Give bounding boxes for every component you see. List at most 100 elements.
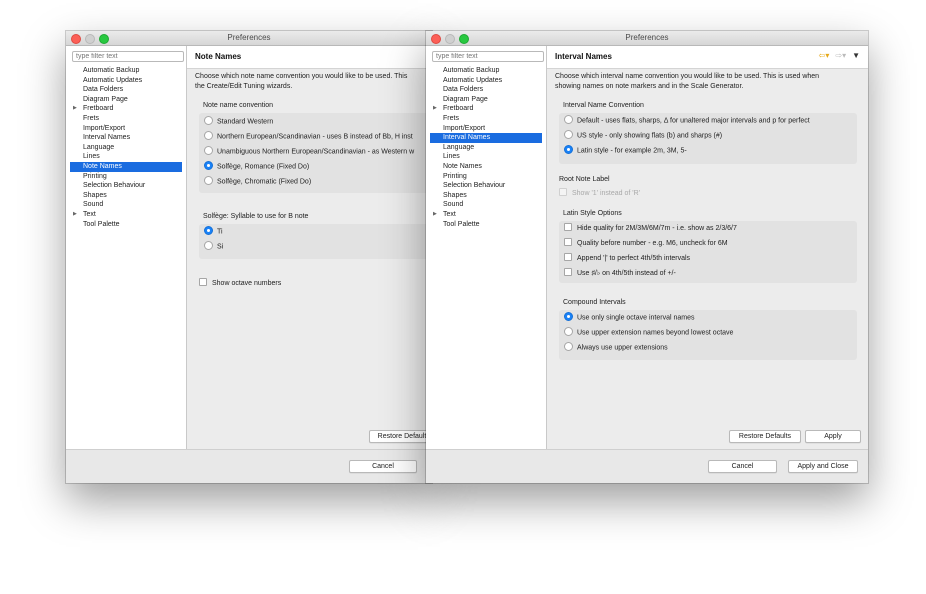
tree-item-printing[interactable]: Printing [70, 172, 182, 182]
cancel-button[interactable]: Cancel [708, 460, 777, 473]
radio-icon[interactable] [564, 115, 573, 124]
expand-arrow-icon[interactable]: ▶ [73, 104, 77, 114]
tree-item-automatic-backup[interactable]: Automatic Backup [70, 66, 182, 76]
radio-selected-icon[interactable] [564, 312, 573, 321]
radio-always-upper-extensions[interactable]: Always use upper extensions [564, 342, 668, 353]
tree-item-diagram-page[interactable]: Diagram Page [70, 95, 182, 105]
radio-northern-european[interactable]: Northern European/Scandinavian - uses B … [204, 131, 413, 142]
close-icon[interactable] [431, 34, 441, 44]
checkbox-hide-quality[interactable]: Hide quality for 2M/3M/6M/7m - i.e. show… [564, 223, 737, 234]
radio-selected-icon[interactable] [564, 145, 573, 154]
radio-selected-icon[interactable] [204, 161, 213, 170]
radio-us-style[interactable]: US style - only showing flats (b) and sh… [564, 130, 722, 141]
tree-item-automatic-backup[interactable]: Automatic Backup [430, 66, 542, 76]
back-arrow-icon[interactable]: ⇦▾ [819, 51, 830, 60]
preferences-window-interval-names: Preferences Automatic Backup Automatic U… [426, 31, 868, 483]
tree-item-frets[interactable]: Frets [70, 114, 182, 124]
expand-arrow-icon[interactable]: ▶ [73, 210, 77, 220]
tree-item-shapes[interactable]: Shapes [70, 191, 182, 201]
tree-item-data-folders[interactable]: Data Folders [70, 85, 182, 95]
checkbox-append-bar[interactable]: Append '|' to perfect 4th/5th intervals [564, 253, 690, 264]
radio-icon[interactable] [564, 130, 573, 139]
tree-item-printing[interactable]: Printing [430, 172, 542, 182]
checkbox-use-sharp-flat[interactable]: Use ♯/♭ on 4th/5th instead of +/- [564, 268, 676, 279]
forward-arrow-icon[interactable]: ⇨▾ [835, 51, 846, 60]
close-icon[interactable] [71, 34, 81, 44]
tree-item-lines[interactable]: Lines [430, 152, 542, 162]
view-menu-icon[interactable]: ▼ [852, 51, 860, 60]
tree-item-language[interactable]: Language [430, 143, 542, 153]
tree-item-tool-palette[interactable]: Tool Palette [430, 220, 542, 230]
zoom-icon[interactable] [459, 34, 469, 44]
group-title-solfege-b: Solfège: Syllable to use for B note [203, 213, 309, 220]
tree-item-language[interactable]: Language [70, 143, 182, 153]
zoom-icon[interactable] [99, 34, 109, 44]
expand-arrow-icon[interactable]: ▶ [433, 104, 437, 114]
tree-item-automatic-updates[interactable]: Automatic Updates [430, 76, 542, 86]
radio-standard-western[interactable]: Standard Western [204, 116, 273, 127]
tree-item-interval-names[interactable]: Interval Names [70, 133, 182, 143]
title-bar[interactable]: Preferences [426, 31, 868, 46]
restore-defaults-button[interactable]: Restore Default [369, 430, 432, 443]
tree-item-automatic-updates[interactable]: Automatic Updates [70, 76, 182, 86]
radio-solfege-chromatic[interactable]: Solfège, Chromatic (Fixed Do) [204, 176, 311, 187]
tree-item-interval-names[interactable]: Interval Names [430, 133, 542, 143]
restore-defaults-button[interactable]: Restore Defaults [729, 430, 801, 443]
tree-item-note-names[interactable]: Note Names [430, 162, 542, 172]
radio-unambiguous-northern[interactable]: Unambiguous Northern European/Scandinavi… [204, 146, 414, 157]
tree-item-import-export[interactable]: Import/Export [70, 124, 182, 134]
radio-icon[interactable] [204, 116, 213, 125]
tree-item-import-export[interactable]: Import/Export [430, 124, 542, 134]
radio-icon[interactable] [204, 176, 213, 185]
radio-selected-icon[interactable] [204, 226, 213, 235]
tree-item-text[interactable]: ▶ Text [70, 210, 182, 220]
checkbox-icon[interactable] [564, 223, 572, 232]
minimize-icon[interactable] [85, 34, 95, 44]
expand-arrow-icon[interactable]: ▶ [433, 210, 437, 220]
minimize-icon[interactable] [445, 34, 455, 44]
tree-item-lines[interactable]: Lines [70, 152, 182, 162]
tree-item-fretboard[interactable]: ▶ Fretboard [70, 104, 182, 114]
title-bar[interactable]: Preferences [66, 31, 432, 46]
tree-item-selection-behaviour[interactable]: Selection Behaviour [70, 181, 182, 191]
tree-item-diagram-page[interactable]: Diagram Page [430, 95, 542, 105]
tree-item-data-folders[interactable]: Data Folders [430, 85, 542, 95]
radio-icon[interactable] [564, 342, 573, 351]
checkbox-icon[interactable] [559, 188, 567, 197]
checkbox-show-octave-numbers[interactable]: Show octave numbers [199, 278, 281, 289]
tree-item-shapes[interactable]: Shapes [430, 191, 542, 201]
checkbox-icon[interactable] [564, 268, 572, 277]
radio-single-octave[interactable]: Use only single octave interval names [564, 312, 695, 323]
preference-page: Note Names Choose which note name conven… [187, 46, 432, 449]
checkbox-icon[interactable] [564, 238, 572, 247]
tree-item-fretboard[interactable]: ▶ Fretboard [430, 104, 542, 114]
page-navigation: ⇦▾ ⇨▾ ▼ [819, 51, 860, 60]
radio-icon[interactable] [204, 146, 213, 155]
radio-latin-style[interactable]: Latin style - for example 2m, 3M, 5- [564, 145, 687, 156]
radio-ti[interactable]: Ti [204, 226, 223, 237]
tree-item-sound[interactable]: Sound [430, 200, 542, 210]
radio-icon[interactable] [564, 327, 573, 336]
tree-item-sound[interactable]: Sound [70, 200, 182, 210]
checkbox-icon[interactable] [199, 278, 207, 287]
apply-button[interactable]: Apply [805, 430, 861, 443]
radio-default[interactable]: Default - uses flats, sharps, Δ for unal… [564, 115, 810, 126]
preference-page: Interval Names ⇦▾ ⇨▾ ▼ Choose which inte… [547, 46, 868, 449]
tree-item-tool-palette[interactable]: Tool Palette [70, 220, 182, 230]
radio-solfege-romance[interactable]: Solfège, Romance (Fixed Do) [204, 161, 309, 172]
tree-item-note-names[interactable]: Note Names [70, 161, 182, 172]
radio-icon[interactable] [204, 241, 213, 250]
radio-si[interactable]: Si [204, 241, 223, 252]
radio-upper-extension-beyond[interactable]: Use upper extension names beyond lowest … [564, 327, 733, 338]
cancel-button[interactable]: Cancel [349, 460, 417, 473]
checkbox-icon[interactable] [564, 253, 572, 262]
tree-item-selection-behaviour[interactable]: Selection Behaviour [430, 181, 542, 191]
tree-item-frets[interactable]: Frets [430, 114, 542, 124]
checkbox-show-1-instead-of-r[interactable]: Show '1' instead of 'R' [559, 188, 640, 199]
filter-input[interactable] [72, 51, 184, 62]
checkbox-quality-before-number[interactable]: Quality before number - e.g. M6, uncheck… [564, 238, 728, 249]
apply-and-close-button[interactable]: Apply and Close [788, 460, 858, 473]
radio-icon[interactable] [204, 131, 213, 140]
tree-item-text[interactable]: ▶ Text [430, 210, 542, 220]
filter-input[interactable] [432, 51, 544, 62]
